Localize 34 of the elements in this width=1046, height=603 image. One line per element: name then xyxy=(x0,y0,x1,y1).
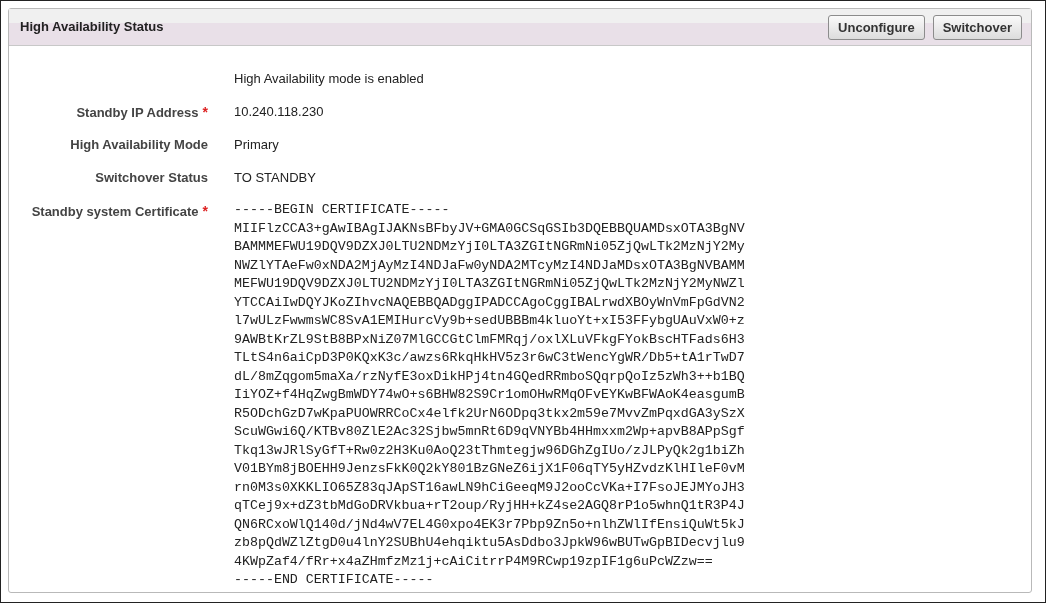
status-message: High Availability mode is enabled xyxy=(234,70,424,88)
certificate-line: -----BEGIN CERTIFICATE----- xyxy=(234,201,451,219)
certificate-line: zb8pQdWZlZtgD0u4lnY2SUBhU4ehqiktu5AsDdbo3JpkW96wBUTwGpBIDecvjlu9 xyxy=(234,534,745,552)
field-value: Primary xyxy=(234,136,279,154)
panel-title: High Availability Status xyxy=(20,18,164,37)
certificate-line: -----END CERTIFICATE----- xyxy=(234,571,435,589)
field-label: Standby system Certificate xyxy=(31,204,199,219)
action-button[interactable]: Switchover xyxy=(932,14,1022,40)
certificate-line: MEFWU19DQV9DZXJ0LTU2NDMzYjI0LTA3ZGItNGRmNi05ZjQwLTk2MzNjY2MyNWZl xyxy=(234,275,745,293)
certificate-line: YTCCAiIwDQYJKoZIhvcNAQEBBQADggIPADCCAgoCggIBALrwdXBOyWnVmFpGdVN2 xyxy=(234,293,745,312)
certificate-line: NWZlYTAeFw0xNDA2MjAyMzI4NDJaFw0yNDA2MTcyMzI4NDJaMDsxOTA3BgNVBAMM xyxy=(234,256,745,275)
certificate-line: rn0M3s0XKKLIO65Z83qJApST16awLN9hCiGeeqM9J2ooCcVKa+I7FsoJEJMYoJH3 xyxy=(234,478,745,497)
certificate-line: IiYOZ+f4HqZwgBmWDY74wO+s6BHW82S9Cr1omOHwRMqOFvEYKwBFWAoK4easgumB xyxy=(234,386,745,404)
field-value: 10.240.118.230 xyxy=(234,103,324,121)
certificate-line: 9AWBtKrZL9StB8BPxNiZ07MlGCCGtClmFMRqj/oxlXLuVFkgFYokBscHTFads6H3 xyxy=(234,330,745,349)
certificate-line: TLtS4n6aiCpD3P0KQxK3c/awzs6RkqHkHV5z3r6wC3tWencYgWR/Db5+tA1rTwD7 xyxy=(234,349,745,367)
certificate-line: V01BYm8jBOEHH9JenzsFkK0Q2kY801BzGNeZ6ijX1F06qTY5yHZvdzKlHIleF0vM xyxy=(234,460,745,478)
certificate-line: dL/8mZqgom5maXa/rzNyfE3oxDikHPj4tn4GQedRRmboSQqrpQoIz5zWh3++b1BQ xyxy=(234,367,745,386)
required-mark: * xyxy=(202,104,208,120)
required-mark: * xyxy=(202,203,208,219)
certificate-line: BAMMMEFWU19DQV9DZXJ0LTU2NDMzYjI0LTA3ZGItNGRmNi05ZjQwLTk2MzNjY2My xyxy=(234,238,745,256)
field-value: TO STANDBY xyxy=(234,169,316,187)
certificate-line: Tkq13wJRlSyGfT+Rw0z2H3Ku0AoQ23tThmtegjw96DGhZgIUo/zJLPyQk2g1biZh xyxy=(234,441,745,460)
certificate-line: R5ODchGzD7wKpaPUOWRRCoCx4elfk2UrN6ODpq3tkx2m59e7MvvZmPqxdGA3ySzX xyxy=(234,404,745,423)
certificate-line: ScuWGwi6Q/KTBv80ZlE2Ac32Sjbw5mnRt6D9qVNYBb4HHmxxm2Wp+apvB8APpSgf xyxy=(234,423,745,441)
certificate-line: qTCej9x+dZ3tbMdGoDRVkbua+rT2oup/RyjHH+kZ4se2AGQ8rP1o5whnQ1tR3P4J xyxy=(234,497,745,515)
field-label: High Availability Mode xyxy=(70,137,208,152)
field-label: Switchover Status xyxy=(95,170,208,185)
certificate-line: 4KWpZaf4/fRr+x4aZHmfzMz1j+cAiCitrrP4M9RCwp19zpIF1g6uPcWZzw== xyxy=(234,552,714,571)
field-label: Standby IP Address xyxy=(76,105,199,120)
certificate-line: l7wULzFwwmsWC8SvA1EMIHurcVy9b+sedUBBBm4kluoYt+xI53FFybgUAuVxW0+z xyxy=(234,312,745,330)
certificate-line: QN6RCxoWlQ140d/jNd4wV7EL4G0xpo4EK3r7Pbp9Zn5o+nlhZWlIfEnsiQuWt5kJ xyxy=(234,515,745,534)
certificate-line: MIIFlzCCA3+gAwIBAgIJAKNsBFbyJV+GMA0GCSqGSIb3DQEBBQUAMDsxOTA3BgNV xyxy=(234,219,745,238)
action-button[interactable]: Unconfigure xyxy=(828,14,925,40)
